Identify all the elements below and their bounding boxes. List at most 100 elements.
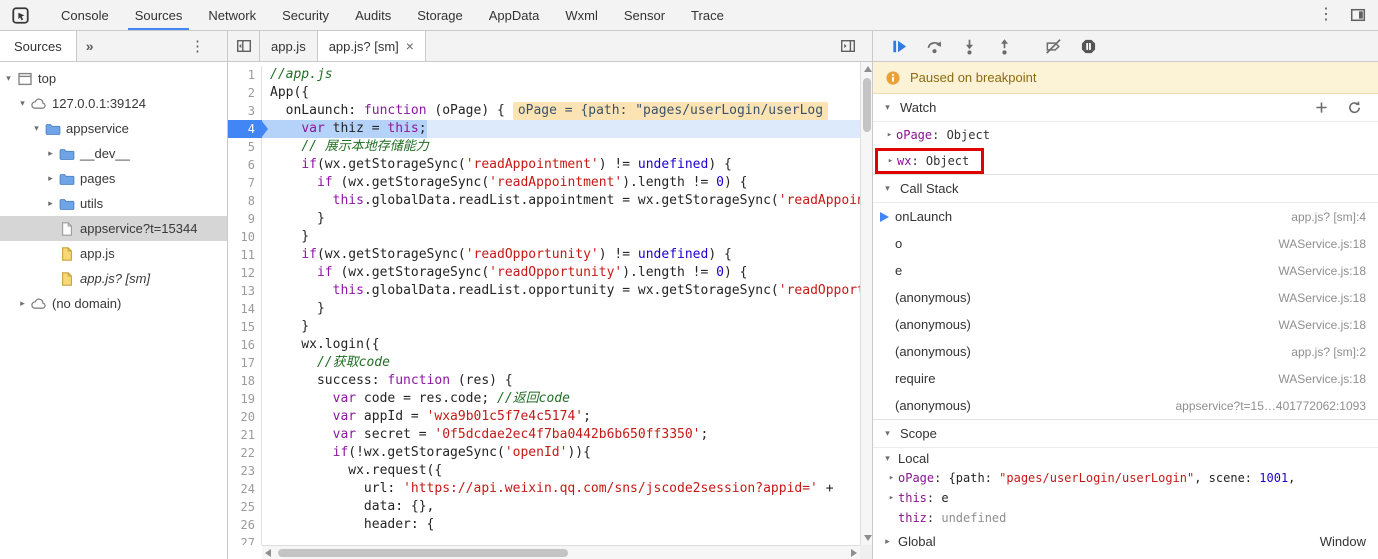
stack-frame-require-6[interactable]: require WAService.js:18 — [873, 365, 1378, 392]
line-number[interactable]: 6 — [228, 156, 262, 174]
sidebar-tab-sources[interactable]: Sources — [0, 31, 77, 61]
line-number[interactable]: 25 — [228, 498, 262, 516]
stack-frame-anonymous-7[interactable]: (anonymous) appservice?t=15…401772062:109… — [873, 392, 1378, 419]
scope-var-thiz[interactable]: thiz: undefined — [873, 508, 1378, 528]
scope-header[interactable]: ▾ Scope — [873, 420, 1378, 448]
line-number[interactable]: 19 — [228, 390, 262, 408]
line-number[interactable]: 3 — [228, 102, 262, 120]
step-into-button[interactable] — [959, 36, 979, 56]
line-number[interactable]: 17 — [228, 354, 262, 372]
stack-frame-anonymous-4[interactable]: (anonymous) WAService.js:18 — [873, 311, 1378, 338]
top-tab-storage[interactable]: Storage — [404, 0, 476, 30]
top-tab-audits[interactable]: Audits — [342, 0, 404, 30]
step-over-button[interactable] — [924, 36, 944, 56]
horizontal-scrollbar-thumb[interactable] — [278, 549, 568, 557]
stack-frame-onlaunch-0[interactable]: onLaunch app.js? [sm]:4 — [873, 203, 1378, 230]
watch-header[interactable]: ▾ Watch — [873, 94, 1378, 122]
inspect-button[interactable] — [0, 6, 40, 24]
line-number[interactable]: 15 — [228, 318, 262, 336]
stack-frame-location[interactable]: appservice?t=15…401772062:1093 — [1166, 399, 1367, 413]
tree-item-appservice-t-15344[interactable]: appservice?t=15344 — [0, 216, 227, 241]
line-number[interactable]: 7 — [228, 174, 262, 192]
scope-var-opage[interactable]: ▸ oPage: {path: "pages/userLogin/userLogi… — [873, 468, 1378, 488]
line-number[interactable]: 26 — [228, 516, 262, 534]
scope-global-row[interactable]: ▸ Global Window — [873, 528, 1378, 554]
stack-frame-location[interactable]: WAService.js:18 — [1268, 291, 1366, 305]
line-number[interactable]: 22 — [228, 444, 262, 462]
stack-frame-location[interactable]: app.js? [sm]:2 — [1281, 345, 1366, 359]
top-tab-sensor[interactable]: Sensor — [611, 0, 678, 30]
editor-tab-app-js-sm[interactable]: app.js? [sm] × — [317, 31, 426, 61]
sidebar-menu-button[interactable]: ⋮ — [190, 39, 227, 54]
line-number[interactable]: 24 — [228, 480, 262, 498]
line-number[interactable]: 5 — [228, 138, 262, 156]
top-tab-wxml[interactable]: Wxml — [552, 0, 611, 30]
line-number[interactable]: 18 — [228, 372, 262, 390]
stack-frame-o-1[interactable]: o WAService.js:18 — [873, 230, 1378, 257]
scope-local-header[interactable]: ▾ Local — [873, 448, 1378, 468]
step-out-button[interactable] — [994, 36, 1014, 56]
tree-item-dev[interactable]: ▸ __dev__ — [0, 141, 227, 166]
vertical-scrollbar-thumb[interactable] — [863, 78, 871, 132]
line-number[interactable]: 2 — [228, 84, 262, 102]
scope-var-this[interactable]: ▸ this: e — [873, 488, 1378, 508]
editor-tab-app-js[interactable]: app.js — [260, 31, 318, 61]
stack-frame-e-2[interactable]: e WAService.js:18 — [873, 257, 1378, 284]
tree-item-app-js[interactable]: app.js — [0, 241, 227, 266]
stack-frame-location[interactable]: WAService.js:18 — [1268, 237, 1366, 251]
line-number[interactable]: 8 — [228, 192, 262, 210]
editor-horizontal-scrollbar[interactable] — [262, 545, 860, 559]
top-tab-security[interactable]: Security — [269, 0, 342, 30]
top-tab-appdata[interactable]: AppData — [476, 0, 553, 30]
refresh-watch-button[interactable] — [1347, 100, 1362, 115]
add-watch-button[interactable] — [1314, 100, 1329, 115]
line-number[interactable]: 23 — [228, 462, 262, 480]
scroll-left-button[interactable] — [263, 547, 275, 559]
line-number[interactable]: 14 — [228, 300, 262, 318]
stack-frame-location[interactable]: WAService.js:18 — [1268, 372, 1366, 386]
tree-item-utils[interactable]: ▸ utils — [0, 191, 227, 216]
top-tab-sources[interactable]: Sources — [122, 0, 196, 30]
tree-item-pages[interactable]: ▸ pages — [0, 166, 227, 191]
line-number[interactable]: 1 — [228, 66, 262, 84]
resume-button[interactable] — [889, 36, 909, 56]
tree-item-127-0-0-1-39124[interactable]: ▾ 127.0.0.1:39124 — [0, 91, 227, 116]
top-tab-trace[interactable]: Trace — [678, 0, 737, 30]
stack-frame-location[interactable]: app.js? [sm]:4 — [1281, 210, 1366, 224]
watch-row-wx[interactable]: ▸ wx: Object — [875, 148, 985, 174]
stack-frame-anonymous-5[interactable]: (anonymous) app.js? [sm]:2 — [873, 338, 1378, 365]
stack-frame-location[interactable]: WAService.js:18 — [1268, 264, 1366, 278]
tree-item-app-js-sm[interactable]: app.js? [sm] — [0, 266, 227, 291]
call-stack-header[interactable]: ▾ Call Stack — [873, 175, 1378, 203]
top-tab-console[interactable]: Console — [48, 0, 122, 30]
more-menu-button[interactable]: ⋮ — [1318, 7, 1334, 23]
pause-on-exceptions-button[interactable] — [1078, 36, 1098, 56]
line-number[interactable]: 21 — [228, 426, 262, 444]
stack-frame-anonymous-3[interactable]: (anonymous) WAService.js:18 — [873, 284, 1378, 311]
line-number[interactable]: 4 — [228, 120, 268, 138]
close-icon[interactable]: × — [406, 39, 414, 53]
line-number[interactable]: 27 — [228, 534, 262, 545]
tree-item-top[interactable]: ▾ top — [0, 66, 227, 91]
tree-item-appservice[interactable]: ▾ appservice — [0, 116, 227, 141]
line-number[interactable]: 11 — [228, 246, 262, 264]
scroll-right-button[interactable] — [847, 547, 859, 559]
top-tab-network[interactable]: Network — [195, 0, 269, 30]
editor-vertical-scrollbar[interactable] — [860, 62, 872, 545]
line-number[interactable]: 9 — [228, 210, 262, 228]
scroll-down-button[interactable] — [861, 532, 872, 544]
line-number[interactable]: 10 — [228, 228, 262, 246]
deactivate-breakpoints-button[interactable] — [1043, 36, 1063, 56]
line-number[interactable]: 12 — [228, 264, 262, 282]
navigator-toggle-button[interactable] — [228, 31, 260, 61]
overflow-tabs-button[interactable]: » — [77, 38, 103, 54]
line-number[interactable]: 20 — [228, 408, 262, 426]
open-drawer-button[interactable] — [840, 38, 856, 54]
line-number[interactable]: 16 — [228, 336, 262, 354]
watch-row-opage[interactable]: ▸ oPage: Object — [873, 122, 1378, 148]
stack-frame-location[interactable]: WAService.js:18 — [1268, 318, 1366, 332]
dock-side-button[interactable] — [1350, 7, 1366, 23]
scroll-up-button[interactable] — [861, 63, 872, 75]
tree-item-no-domain[interactable]: ▸ (no domain) — [0, 291, 227, 316]
line-number[interactable]: 13 — [228, 282, 262, 300]
